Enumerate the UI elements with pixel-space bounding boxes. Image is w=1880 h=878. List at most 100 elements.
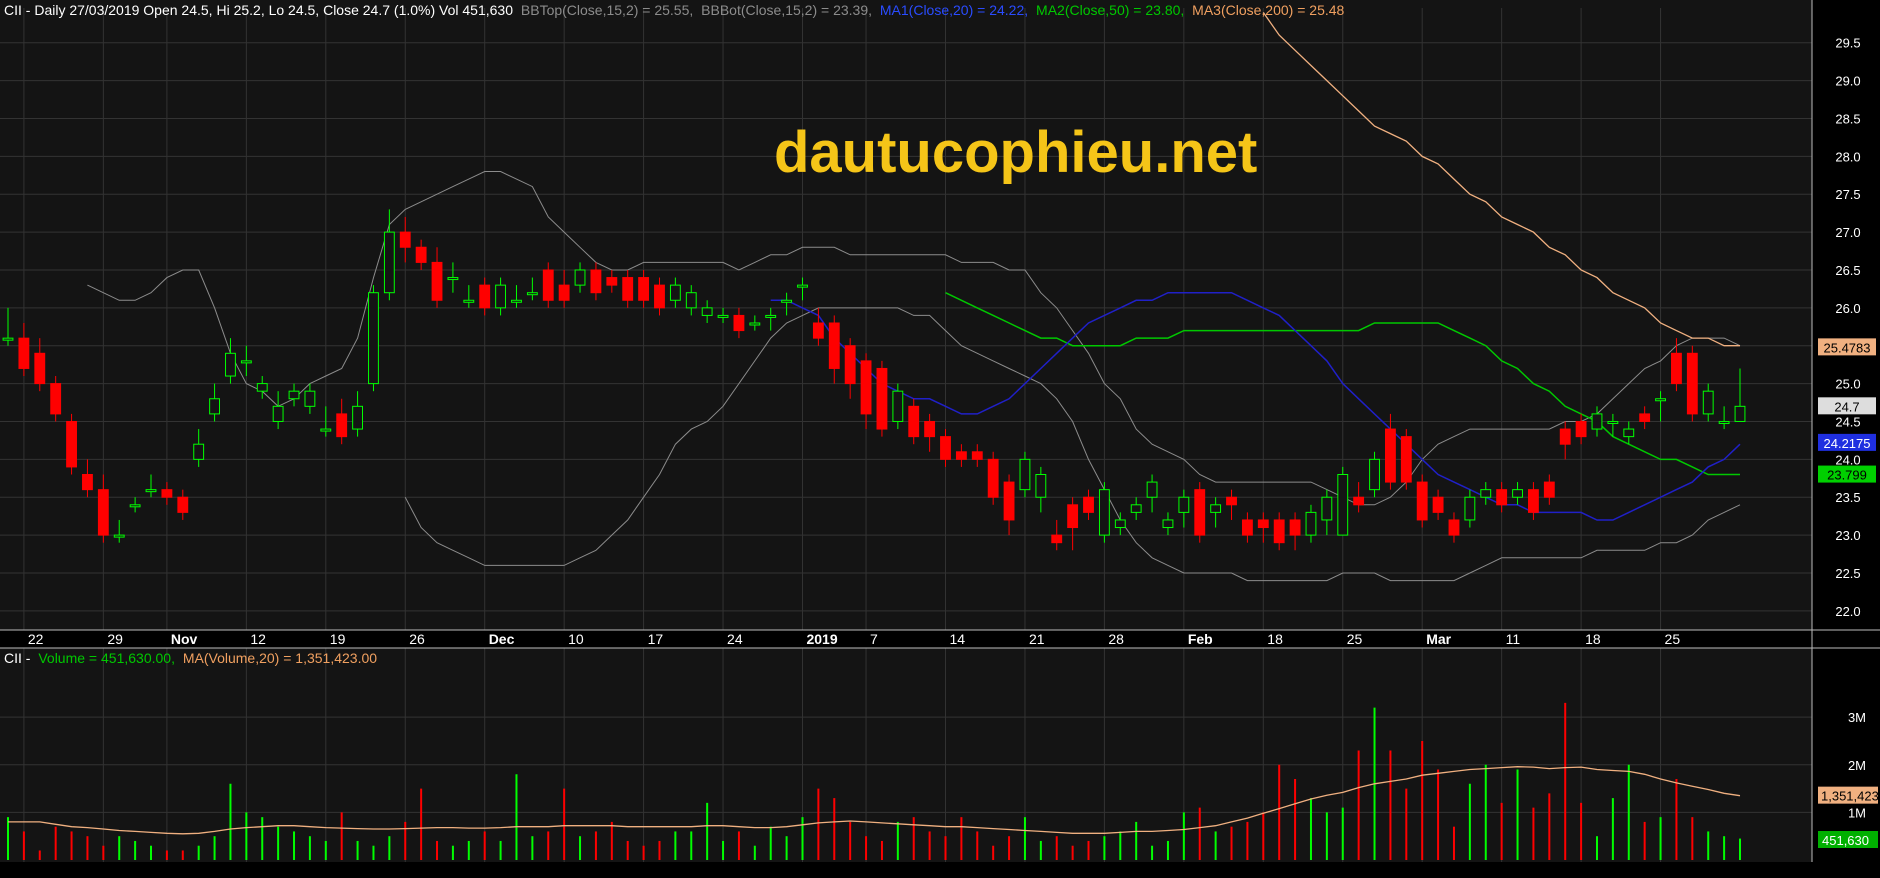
candle-down (1448, 519, 1460, 536)
candle-up (1321, 496, 1333, 521)
y-tick-label: 27.5 (1835, 187, 1860, 202)
candle-down (1416, 481, 1428, 521)
x-tick-label: Mar (1426, 631, 1451, 647)
candle-up (781, 299, 793, 303)
candle-up (1607, 420, 1619, 424)
candle-up (209, 398, 220, 415)
candle-up (145, 489, 157, 493)
candle-down (590, 269, 602, 294)
y-tick-label: 25.0 (1835, 377, 1860, 392)
candle-up (352, 405, 364, 430)
price-marker-label: 25.4783 (1824, 340, 1871, 355)
candle-down (399, 231, 411, 248)
x-tick-label: 12 (250, 631, 266, 647)
candle-up (1718, 420, 1730, 424)
x-tick-label: 10 (568, 631, 584, 647)
x-tick-label: 24 (727, 631, 743, 647)
volume-tick-label: 2M (1848, 758, 1866, 773)
candle-up (1369, 458, 1380, 491)
bbtop-label: BBTop(Close,15,2) = 25.55, (521, 2, 693, 18)
ma1-label: MA1(Close,20) = 24.22, (880, 2, 1028, 18)
volume-panel (0, 648, 1812, 862)
candle-down (1241, 519, 1253, 536)
x-tick-label: Dec (489, 631, 515, 647)
ma2-label: MA2(Close,50) = 23.80, (1036, 2, 1184, 18)
candle-down (1639, 413, 1651, 422)
price-marker-label: 24.2175 (1824, 436, 1871, 451)
candle-down (18, 337, 30, 369)
candle-up (1655, 398, 1666, 402)
price-marker-label: 23.799 (1827, 468, 1867, 483)
x-tick-label: 28 (1108, 631, 1124, 647)
candle-up (765, 314, 777, 318)
candle-down (1003, 481, 1015, 521)
candle-down (1083, 496, 1094, 513)
candle-up (574, 269, 586, 286)
y-tick-label: 28.5 (1835, 111, 1860, 126)
candle-down (1543, 481, 1555, 498)
candle-down (1671, 352, 1682, 385)
candle-up (495, 284, 507, 309)
candle-down (940, 436, 951, 460)
x-tick-label: Feb (1188, 631, 1213, 647)
candle-up (1146, 481, 1158, 498)
candle-up (526, 292, 538, 296)
x-tick-label: Nov (171, 631, 198, 647)
y-tick-label: 29.5 (1835, 36, 1860, 51)
candle-up (1623, 428, 1635, 438)
candle-down (1051, 534, 1063, 544)
candle-down (812, 322, 824, 339)
candle-up (368, 292, 379, 385)
candle-down (50, 383, 62, 415)
candle-up (1512, 489, 1523, 498)
candle-down (860, 360, 872, 415)
price-marker-label: 24.7 (1834, 399, 1859, 414)
volume-marker-label: 451,630 (1822, 833, 1869, 848)
candle-down (733, 314, 745, 332)
candle-down (955, 451, 967, 460)
candle-down (622, 277, 634, 301)
y-tick-label: 26.0 (1835, 301, 1860, 316)
candle-up (225, 352, 236, 377)
y-tick-label: 27.0 (1835, 225, 1860, 240)
candle-up (1178, 496, 1190, 513)
candle-down (876, 367, 888, 430)
candle-down (1559, 428, 1571, 445)
y-tick-label: 22.5 (1835, 566, 1860, 581)
candle-down (479, 284, 491, 309)
candle-up (1305, 511, 1317, 536)
candle-down (908, 405, 920, 438)
candle-down (1496, 489, 1508, 506)
candle-up (1480, 489, 1492, 498)
candle-up (797, 284, 808, 288)
candle-up (113, 534, 125, 538)
y-tick-label: 28.0 (1835, 149, 1860, 164)
candle-up (511, 299, 522, 303)
candle-up (129, 504, 141, 508)
candle-up (272, 405, 284, 422)
candle-up (447, 277, 459, 281)
candle-up (749, 322, 761, 326)
candle-up (304, 390, 316, 407)
candle-down (82, 474, 93, 491)
candle-up (193, 443, 205, 460)
y-tick-label: 22.0 (1835, 604, 1860, 619)
candle-up (288, 390, 300, 400)
candle-up (669, 284, 681, 301)
candle-up (1162, 519, 1174, 529)
candle-up (892, 390, 904, 422)
x-tick-label: 18 (1267, 631, 1283, 647)
x-tick-label: 26 (409, 631, 425, 647)
candle-down (1353, 496, 1365, 506)
candle-down (654, 284, 665, 309)
candle-down (558, 284, 570, 301)
candle-down (1289, 519, 1301, 536)
volume-prefix: CII - (4, 650, 31, 666)
candle-down (1384, 428, 1396, 483)
candle-down (828, 322, 840, 369)
candle-down (1686, 352, 1698, 415)
y-tick-label: 23.0 (1835, 528, 1860, 543)
x-tick-label: 14 (950, 631, 966, 647)
candle-down (177, 496, 189, 513)
x-tick-label: 17 (648, 631, 664, 647)
